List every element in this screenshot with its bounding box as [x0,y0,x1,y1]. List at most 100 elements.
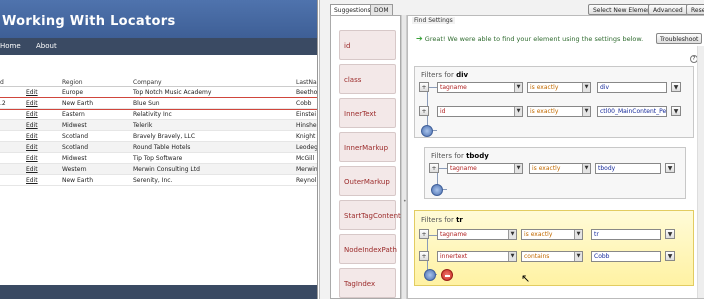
suggestion-innermarkup[interactable]: InnerMarkup [339,132,396,162]
value-input[interactable]: ctl00_MainContent_PeopleE [597,106,667,117]
value-input[interactable]: tbody [595,163,661,174]
cell-region: Midwest [62,155,87,162]
table-row[interactable]: Edit New Earth Serenity, Inc. Reynol [0,175,317,186]
edit-link[interactable]: Edit [26,155,38,162]
chevron-down-icon: ▼ [514,164,522,173]
edit-link[interactable]: Edit [26,100,38,107]
cell-lastname: Merwin [296,166,318,173]
nav-home-link[interactable]: Home [0,42,21,50]
table-row[interactable]: Edit Europe Top Notch Music Academy Beet… [0,87,317,98]
suggestion-innertext[interactable]: InnerText [339,98,396,128]
attr-select[interactable]: tagname ▼ [447,163,523,174]
expand-icon[interactable]: ▼ [671,106,681,116]
table-row[interactable]: Edit Midwest Telerik Hinshe [0,120,317,131]
locator-panel: Suggestions DOM ? id class InnerText Inn… [319,0,704,299]
cell-id: .2 [0,100,6,107]
operator-select[interactable]: is exactly ▼ [521,229,583,240]
attr-select[interactable]: innertext ▼ [437,251,517,262]
expand-icon[interactable]: ▼ [665,229,675,239]
table-row[interactable]: Edit Scotland Bravely Bravely, LLC Knigh… [0,131,317,142]
col-region[interactable]: Region [62,79,83,86]
mouse-cursor-icon: ↖ [521,272,531,285]
table-row[interactable]: Edit Eastern Relativity Inc Einstei [0,109,317,120]
troubleshoot-button[interactable]: Troubleshoot [656,33,703,44]
filter-group-tbody: Filters for tbody + tagname ▼ is exactly ▼… [424,147,686,199]
col-company[interactable]: Company [133,79,162,86]
app-title: Working With Locators [2,14,176,29]
attr-select[interactable]: id ▼ [437,106,523,117]
filter-title: Filters for div [421,71,469,79]
cell-lastname: Knight [296,133,316,140]
operator-select[interactable]: is exactly ▼ [527,106,591,117]
edit-link[interactable]: Edit [26,177,38,184]
edit-link[interactable]: Edit [26,144,38,151]
edit-link[interactable]: Edit [26,122,38,129]
find-settings-group: Find Settings Select New Element Advance… [407,4,704,299]
plus-icon[interactable]: + [419,82,429,92]
filter-group-div: Filters for div + tagname ▼ is exactly ▼ d… [414,66,694,138]
table-row-highlighted[interactable]: .2 Edit New Earth Blue Sun Cobb [0,97,317,110]
vertical-scrollbar[interactable] [697,46,704,298]
add-filter-icon[interactable] [421,125,433,137]
advanced-button[interactable]: Advanced [648,4,688,15]
attr-select[interactable]: tagname ▼ [437,82,523,93]
success-text: Great! We were able to find your element… [424,35,644,43]
nav-about-link[interactable]: About [36,42,57,50]
find-settings-label: Find Settings [412,17,455,24]
value-input[interactable]: div [597,82,667,93]
people-grid: d Region Company LastNa Edit Europe Top … [0,77,318,186]
cell-company: Relativity Inc [133,111,172,118]
cell-region: Scotland [62,144,89,151]
edit-link[interactable]: Edit [26,133,38,140]
value-input[interactable]: Cobb [591,251,661,262]
chevron-down-icon: ▼ [574,230,582,239]
suggestion-class[interactable]: class [339,64,396,94]
cell-company: Telerik [133,122,153,129]
cell-company: Top Notch Music Academy [133,89,212,96]
tab-dom[interactable]: DOM [370,4,393,15]
edit-link[interactable]: Edit [26,166,38,173]
plus-icon[interactable]: + [419,251,429,261]
expand-icon[interactable]: ▼ [671,82,681,92]
value-input[interactable]: tr [591,229,661,240]
chevron-down-icon: ▼ [514,83,522,92]
chevron-down-icon: ▼ [514,107,522,116]
col-id[interactable]: d [0,79,4,86]
attr-select[interactable]: tagname ▼ [437,229,517,240]
reset-button[interactable]: Rese [686,4,704,15]
expand-icon[interactable]: ▼ [665,163,675,173]
filter-group-tr: Filters for tr + tagname ▼ is exactly ▼ tr… [414,210,694,286]
cell-region: New Earth [62,177,94,184]
table-row[interactable]: Edit Western Merwin Consulting Ltd Merwi… [0,164,318,175]
operator-select[interactable]: is exactly ▼ [529,163,591,174]
plus-icon[interactable]: + [419,229,429,239]
add-filter-icon[interactable] [424,269,436,281]
chevron-down-icon: ▼ [508,252,516,261]
web-app-panel: Working With Locators Home About d Regio… [0,0,318,299]
add-filter-icon[interactable] [431,184,443,196]
edit-link[interactable]: Edit [26,111,38,118]
suggestion-nodeindexpath[interactable]: NodeIndexPath [339,234,397,264]
plus-icon[interactable]: + [419,106,429,116]
cell-region: Western [62,166,87,173]
cell-company: Tip Top Software [133,155,183,162]
cell-lastname: Hinshe [296,122,317,129]
cell-region: Midwest [62,122,87,129]
remove-filter-icon[interactable] [441,269,453,281]
table-row[interactable]: Edit Scotland Round Table Hotels Leodeg [0,142,317,153]
tab-suggestions[interactable]: Suggestions [330,4,375,15]
suggestion-outermarkup[interactable]: OuterMarkup [339,166,396,196]
cell-lastname: Cobb [296,100,312,107]
operator-select[interactable]: contains ▼ [521,251,583,262]
suggestion-tagindex[interactable]: TagIndex [339,268,396,298]
table-row[interactable]: Edit Midwest Tip Top Software McGill [0,153,317,164]
suggestion-id[interactable]: id [339,30,396,60]
operator-select[interactable]: is exactly ▼ [527,82,591,93]
expand-icon[interactable]: ▼ [665,251,675,261]
col-lastname[interactable]: LastNa [296,79,317,86]
green-arrow-icon: ➔ [416,34,423,43]
suggestion-starttagcontent[interactable]: StartTagContent [339,200,401,230]
plus-icon[interactable]: + [429,163,439,173]
cell-company: Serenity, Inc. [133,177,173,184]
edit-link[interactable]: Edit [26,89,38,96]
